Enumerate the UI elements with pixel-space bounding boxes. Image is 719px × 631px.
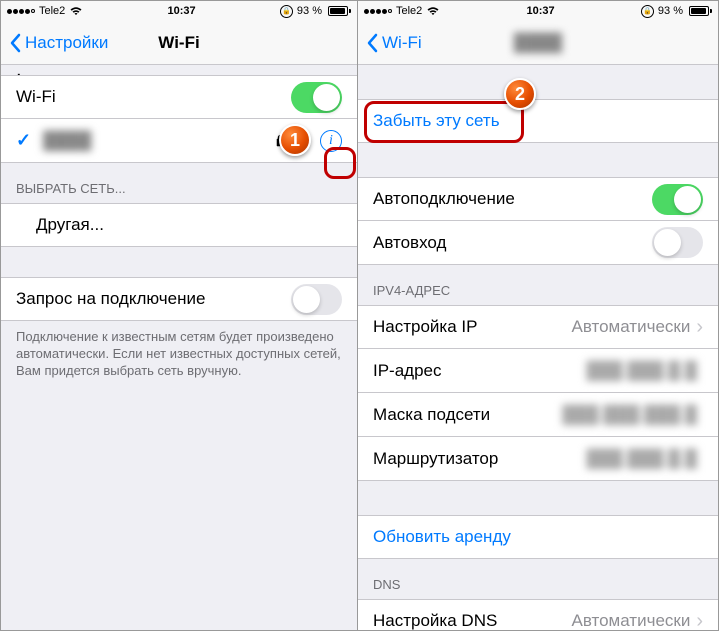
signal-icon [364, 9, 392, 14]
screen-wifi-list: Tele2 10:37 🔒 93 % Настройки Wi-Fi . W [1, 1, 358, 630]
router-label: Маршрутизатор [373, 449, 586, 469]
back-button[interactable]: Wi-Fi [366, 33, 422, 53]
orientation-lock-icon: 🔒 [280, 5, 293, 18]
renew-lease-row[interactable]: Обновить аренду [358, 515, 718, 559]
back-label: Настройки [25, 33, 108, 53]
ask-to-join-row: Запрос на подключение [1, 277, 357, 321]
subnet-row: Маска подсети ███.███.███.█ [358, 393, 718, 437]
auto-join-label: Автоподключение [373, 189, 652, 209]
wifi-toggle-row: Wi-Fi [1, 75, 357, 119]
orientation-lock-icon: 🔒 [641, 5, 654, 18]
ipv4-header: IPV4-АДРЕС [358, 265, 718, 305]
choose-network-header: ВЫБРАТЬ СЕТЬ... [1, 163, 357, 203]
other-network-row[interactable]: Другая... [1, 203, 357, 247]
carrier-label: Tele2 [396, 5, 422, 17]
auto-join-row: Автоподключение [358, 177, 718, 221]
ip-config-value: Автоматически [571, 317, 690, 337]
forget-network-row[interactable]: Забыть эту сеть [358, 99, 718, 143]
nav-bar: Wi-Fi ████ [358, 21, 718, 65]
wifi-toggle-label: Wi-Fi [16, 87, 291, 107]
network-name: ████ [43, 131, 276, 151]
signal-icon [7, 9, 35, 14]
back-label: Wi-Fi [382, 33, 422, 53]
auto-join-toggle[interactable] [652, 184, 703, 215]
dns-header: DNS [358, 559, 718, 599]
dns-config-value: Автоматически [571, 611, 690, 630]
subnet-value: ███.███.███.█ [562, 405, 697, 425]
info-icon[interactable]: i [320, 130, 342, 152]
status-bar: Tele2 10:37 🔒 93 % [358, 1, 718, 21]
battery-icon [687, 6, 712, 16]
ask-to-join-label: Запрос на подключение [16, 289, 291, 309]
clock-label: 10:37 [168, 5, 196, 17]
wifi-status-icon [426, 6, 440, 16]
ip-config-row[interactable]: Настройка IP Автоматически › [358, 305, 718, 349]
nav-bar: Настройки Wi-Fi [1, 21, 357, 65]
forget-label: Забыть эту сеть [373, 111, 703, 131]
callout-badge-1: 1 [279, 124, 311, 156]
ip-address-row: IP-адрес ███.███.█.█ [358, 349, 718, 393]
other-label: Другая... [16, 215, 342, 235]
chevron-right-icon: › [696, 316, 703, 339]
checkmark-icon: ✓ [16, 130, 31, 151]
battery-percent: 93 % [297, 5, 322, 17]
back-button[interactable]: Настройки [9, 33, 108, 53]
wifi-toggle[interactable] [291, 82, 342, 113]
chevron-right-icon: › [696, 610, 703, 631]
callout-badge-2: 2 [504, 78, 536, 110]
ip-address-value: ███.███.█.█ [586, 361, 697, 381]
wifi-status-icon [69, 6, 83, 16]
chevron-left-icon [9, 33, 21, 53]
subnet-label: Маска подсети [373, 405, 562, 425]
battery-percent: 93 % [658, 5, 683, 17]
chevron-left-icon [366, 33, 378, 53]
router-row: Маршрутизатор ███.███.█.█ [358, 437, 718, 481]
status-bar: Tele2 10:37 🔒 93 % [1, 1, 357, 21]
ask-to-join-footer: Подключение к известным сетям будет прои… [1, 321, 357, 392]
battery-icon [326, 6, 351, 16]
screen-network-detail: Tele2 10:37 🔒 93 % Wi-Fi ████ Забыть [358, 1, 718, 630]
ip-config-label: Настройка IP [373, 317, 571, 337]
auto-login-label: Автовход [373, 233, 652, 253]
router-value: ███.███.█.█ [586, 449, 697, 469]
carrier-label: Tele2 [39, 5, 65, 17]
dns-config-row[interactable]: Настройка DNS Автоматически › [358, 599, 718, 630]
renew-label: Обновить аренду [373, 527, 703, 547]
ask-to-join-toggle[interactable] [291, 284, 342, 315]
auto-login-toggle[interactable] [652, 227, 703, 258]
dns-config-label: Настройка DNS [373, 611, 571, 630]
ip-address-label: IP-адрес [373, 361, 586, 381]
auto-login-row: Автовход [358, 221, 718, 265]
clock-label: 10:37 [527, 5, 555, 17]
